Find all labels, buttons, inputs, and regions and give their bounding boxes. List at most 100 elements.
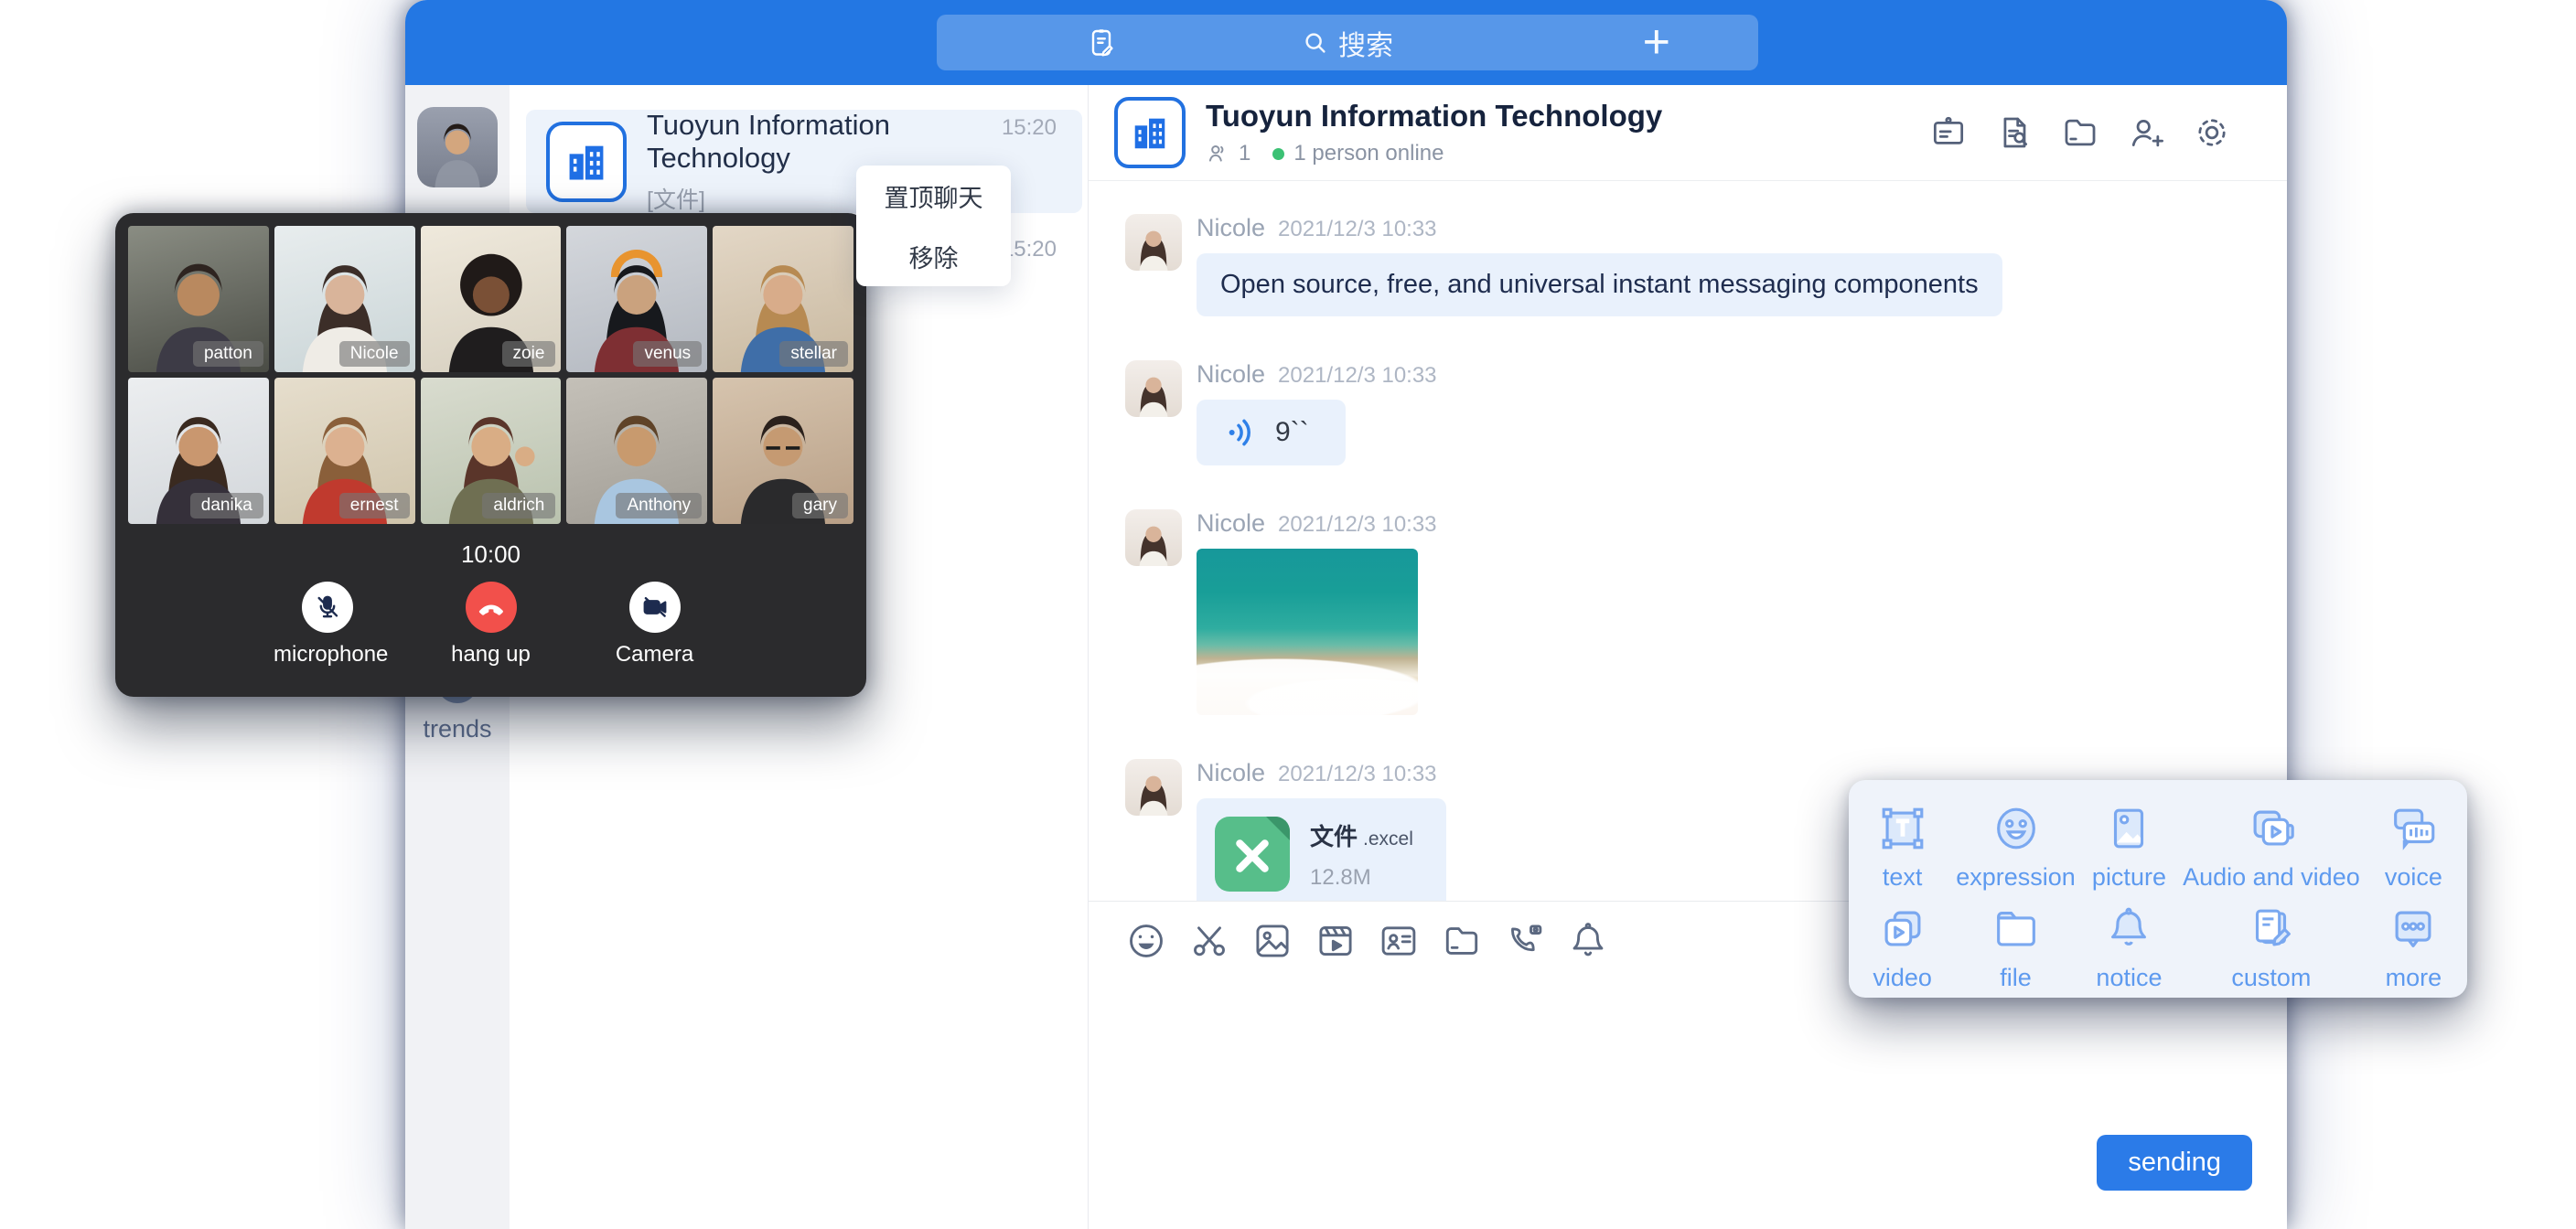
- chat-main: Tuoyun Information Technology 1 1 person…: [1089, 85, 2287, 1229]
- participant-name: gary: [792, 493, 848, 518]
- participant-name: zoie: [502, 341, 556, 367]
- attach-item-custom[interactable]: custom: [2183, 903, 2360, 992]
- video-tile[interactable]: danika: [128, 378, 269, 524]
- message-image: Nicole 2021/12/3 10:33: [1125, 509, 2287, 715]
- message-time: 2021/12/3 10:33: [1278, 762, 1437, 787]
- file-size: 12.8M: [1310, 865, 1413, 891]
- participant-name: ernest: [339, 493, 410, 518]
- settings-gear-icon[interactable]: [2192, 112, 2232, 153]
- file-name: 文件: [1310, 823, 1358, 850]
- screenshot-scissors-icon[interactable]: [1188, 920, 1230, 962]
- video-clip-icon[interactable]: [1315, 920, 1357, 962]
- video-tile[interactable]: Nicole: [274, 226, 415, 372]
- member-count: 1: [1239, 141, 1250, 166]
- attach-item-voice[interactable]: voice: [2360, 802, 2467, 892]
- participant-name: Nicole: [339, 341, 410, 367]
- video-tile[interactable]: venus: [566, 226, 707, 372]
- file-folder-icon[interactable]: [1441, 920, 1483, 962]
- sender-avatar[interactable]: [1125, 360, 1182, 417]
- attach-item-audio-video[interactable]: Audio and video: [2183, 802, 2360, 892]
- attach-item-file[interactable]: file: [1956, 903, 2076, 992]
- message-text: Nicole 2021/12/3 10:33 Open source, free…: [1125, 214, 2287, 316]
- video-call-icon[interactable]: [1504, 920, 1546, 962]
- voice-wave-icon: [1224, 414, 1261, 451]
- text-message-bubble[interactable]: Open source, free, and universal instant…: [1197, 253, 2002, 316]
- hang-up-button[interactable]: [466, 582, 517, 633]
- menu-item-pin-chat[interactable]: 置顶聊天: [856, 166, 1011, 226]
- attach-item-notice[interactable]: notice: [2076, 903, 2183, 992]
- video-tile[interactable]: zoie: [421, 226, 562, 372]
- chat-history-search-icon[interactable]: [1994, 112, 2034, 153]
- chat-header: Tuoyun Information Technology 1 1 person…: [1089, 85, 2287, 181]
- conversation-time: 15:20: [1002, 115, 1057, 141]
- voice-message-bubble[interactable]: 9``: [1197, 400, 1346, 465]
- send-button[interactable]: sending: [2097, 1135, 2252, 1191]
- expression-smiley-icon: [1990, 802, 2043, 855]
- conversation-context-menu: 置顶聊天 移除: [856, 166, 1011, 286]
- page-background: 搜索 + trends: [0, 0, 2576, 1229]
- emoji-icon[interactable]: [1125, 920, 1167, 962]
- announcement-icon[interactable]: [1928, 112, 1969, 153]
- microphone-mute-button[interactable]: [302, 582, 353, 633]
- sender-name: Nicole: [1197, 214, 1265, 242]
- video-tile[interactable]: ernest: [274, 378, 415, 524]
- participant-name: stellar: [779, 341, 848, 367]
- add-member-icon[interactable]: [2126, 112, 2166, 153]
- attach-item-more[interactable]: more: [2360, 903, 2467, 992]
- conversation-title: Tuoyun Information Technology: [647, 109, 1002, 175]
- attach-item-expression[interactable]: expression: [1956, 802, 2076, 892]
- call-timer: 10:00: [128, 540, 853, 569]
- group-avatar-icon[interactable]: [1114, 97, 1186, 168]
- participant-name: venus: [633, 341, 702, 367]
- sender-name: Nicole: [1197, 759, 1265, 787]
- voice-duration: 9``: [1275, 417, 1309, 448]
- menu-item-remove[interactable]: 移除: [856, 226, 1011, 286]
- message-time: 2021/12/3 10:33: [1278, 217, 1437, 242]
- search-placeholder: 搜索: [1338, 23, 1393, 63]
- notice-bell-icon: [2102, 903, 2155, 956]
- video-grid: patton Nicole zoie venus stellar dan: [128, 226, 853, 524]
- voice-bubble-icon: [2387, 802, 2440, 855]
- more-dots-icon: [2387, 903, 2440, 956]
- message-time: 2021/12/3 10:33: [1278, 363, 1437, 389]
- video-tile[interactable]: aldrich: [421, 378, 562, 524]
- excel-file-icon: [1215, 817, 1290, 892]
- members-icon: [1206, 142, 1229, 166]
- picture-icon: [2102, 802, 2155, 855]
- image-icon[interactable]: [1251, 920, 1293, 962]
- participant-name: Anthony: [616, 493, 702, 518]
- participant-name: aldrich: [482, 493, 555, 518]
- sender-avatar[interactable]: [1125, 509, 1182, 566]
- add-button[interactable]: +: [1643, 16, 1670, 69]
- sender-avatar[interactable]: [1125, 759, 1182, 816]
- online-status: 1 person online: [1293, 141, 1444, 166]
- search-field[interactable]: 搜索: [1302, 23, 1393, 63]
- attach-item-picture[interactable]: picture: [2076, 802, 2183, 892]
- video-tile[interactable]: stellar: [713, 226, 853, 372]
- chat-header-actions: [1928, 112, 2232, 153]
- chat-title: Tuoyun Information Technology: [1206, 99, 1928, 134]
- notification-bell-icon[interactable]: [1567, 920, 1609, 962]
- contact-card-icon[interactable]: [1378, 920, 1420, 962]
- message-voice: Nicole 2021/12/3 10:33 9``: [1125, 360, 2287, 465]
- file-extension: .excel: [1363, 828, 1413, 850]
- sender-name: Nicole: [1197, 509, 1265, 538]
- video-tile[interactable]: Anthony: [566, 378, 707, 524]
- attach-item-video[interactable]: video: [1849, 903, 1956, 992]
- notes-icon[interactable]: [1085, 26, 1118, 59]
- microphone-label: microphone: [274, 642, 381, 668]
- sender-avatar[interactable]: [1125, 214, 1182, 271]
- camera-off-button[interactable]: [629, 582, 681, 633]
- video-tile[interactable]: patton: [128, 226, 269, 372]
- hang-up-label: hang up: [437, 642, 544, 668]
- video-icon: [1876, 903, 1929, 956]
- image-message-beach-photo[interactable]: [1197, 549, 1418, 715]
- search-bar[interactable]: 搜索 +: [937, 15, 1758, 70]
- folder-icon[interactable]: [2060, 112, 2100, 153]
- message-time: 2021/12/3 10:33: [1278, 512, 1437, 538]
- attach-item-text[interactable]: text: [1849, 802, 1956, 892]
- video-tile[interactable]: gary: [713, 378, 853, 524]
- participant-name: danika: [190, 493, 263, 518]
- file-message-bubble[interactable]: 文件.excel 12.8M: [1197, 798, 1446, 901]
- my-avatar[interactable]: [417, 107, 498, 187]
